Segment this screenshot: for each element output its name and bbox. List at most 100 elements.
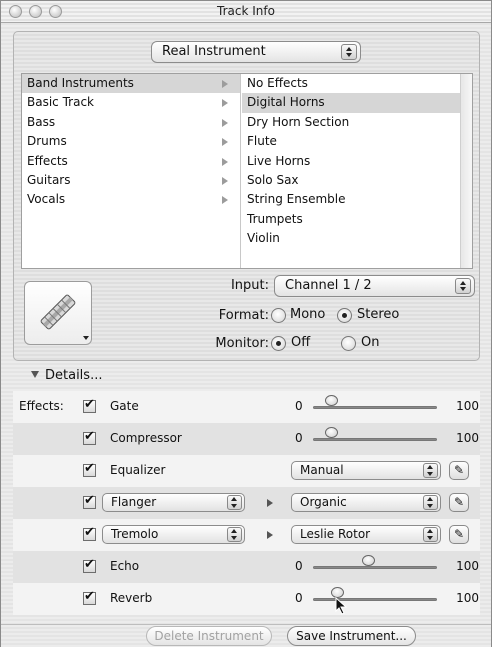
equalizer-name: Equalizer — [110, 463, 166, 477]
category-item[interactable]: Band Instruments — [22, 74, 240, 94]
format-stereo-radio[interactable] — [337, 308, 352, 323]
echo-slider-track — [313, 566, 437, 569]
input-label: Input: — [230, 278, 269, 293]
title-bar: Track Info — [1, 1, 491, 23]
mouse-pointer-icon — [335, 597, 348, 615]
compressor-checkbox[interactable] — [83, 429, 96, 445]
preset-item[interactable]: Dry Horn Section — [242, 113, 461, 132]
gate-max: 100 — [456, 399, 479, 413]
compressor-max: 100 — [456, 431, 479, 445]
echo-slider[interactable]: 0 100 — [295, 555, 479, 575]
monitor-on-radio[interactable] — [341, 336, 356, 351]
popup-arrows-icon — [341, 44, 357, 60]
preset-item[interactable]: Solo Sax — [242, 171, 461, 190]
popup-arrows-icon — [227, 527, 242, 542]
effect-row-gate: Effects: Gate 0 100 — [13, 391, 480, 423]
submenu-arrow-icon — [222, 80, 228, 88]
equalizer-edit-button[interactable]: ✎ — [449, 461, 469, 480]
category-list[interactable]: Band Instruments Basic Track Bass Drums Effe… — [22, 74, 241, 268]
category-item[interactable]: Vocals — [22, 190, 240, 209]
effect-row-flanger: Flanger Organic ✎ — [13, 487, 480, 519]
preset-item[interactable]: Trumpets — [242, 210, 461, 229]
effects-table: Effects: Gate 0 100 Compressor 0 100 — [13, 391, 480, 624]
disclosure-triangle-icon — [31, 371, 39, 378]
details-disclosure[interactable]: Details... — [31, 368, 102, 383]
instrument-type-value: Real Instrument — [162, 44, 266, 59]
preset-item[interactable]: Live Horns — [242, 152, 461, 171]
gate-slider-thumb[interactable] — [325, 395, 339, 406]
format-mono-label: Mono — [290, 307, 326, 322]
category-item-label: Basic Track — [27, 95, 94, 110]
category-item-label: Guitars — [27, 172, 71, 187]
category-item[interactable]: Basic Track — [22, 93, 240, 112]
flanger-edit-button[interactable]: ✎ — [449, 493, 469, 512]
equalizer-preset-popup[interactable]: Manual — [291, 461, 441, 480]
gate-slider[interactable]: 0 100 — [295, 395, 479, 415]
reverb-slider[interactable]: 0 100 — [295, 587, 479, 607]
preset-item[interactable]: Flute — [242, 132, 461, 151]
preset-item-label: Trumpets — [247, 211, 303, 226]
echo-checkbox[interactable] — [83, 557, 96, 573]
effect-row-compressor: Compressor 0 100 — [13, 423, 480, 455]
delete-instrument-button[interactable]: Delete Instrument — [146, 626, 272, 646]
monitor-off-radio[interactable] — [271, 336, 286, 351]
flanger-preset-value: Organic — [300, 495, 347, 509]
category-item[interactable]: Drums — [22, 132, 240, 151]
reverb-checkbox[interactable] — [83, 589, 96, 605]
category-item[interactable]: Guitars — [22, 171, 240, 190]
gate-min: 0 — [295, 399, 303, 413]
tremolo-edit-button[interactable]: ✎ — [449, 525, 469, 544]
tremolo-preset-popup[interactable]: Leslie Rotor — [291, 525, 441, 544]
monitor-on-label: On — [361, 335, 380, 350]
preset-item-label: Solo Sax — [247, 172, 299, 187]
preset-item-label: Flute — [247, 134, 277, 149]
input-channel-popup[interactable]: Channel 1 / 2 — [274, 275, 475, 297]
compressor-slider-thumb[interactable] — [325, 427, 339, 438]
category-item-label: Drums — [27, 134, 67, 149]
instrument-type-popup[interactable]: Real Instrument — [151, 41, 361, 63]
format-mono-radio[interactable] — [271, 308, 286, 323]
preset-item-label: No Effects — [247, 76, 308, 90]
save-instrument-button[interactable]: Save Instrument... — [287, 626, 416, 646]
flanger-checkbox[interactable] — [83, 493, 96, 509]
category-item[interactable]: Bass — [22, 113, 240, 132]
details-label: Details... — [45, 368, 103, 383]
preset-item[interactable]: String Ensemble — [242, 190, 461, 209]
preset-list-scrollbar[interactable] — [460, 74, 472, 268]
category-item-label: Band Instruments — [27, 76, 134, 90]
reverb-slider-track — [313, 598, 437, 601]
window-title: Track Info — [217, 4, 275, 18]
compressor-slider[interactable]: 0 100 — [295, 427, 479, 447]
tremolo-checkbox[interactable] — [83, 525, 96, 541]
effect-row-echo: Echo 0 100 — [13, 551, 480, 583]
pencil-icon: ✎ — [453, 495, 465, 509]
monitor-label: Monitor: — [215, 336, 269, 351]
reverb-name: Reverb — [110, 591, 153, 605]
popup-arrows-icon — [227, 495, 242, 510]
submenu-arrow-icon — [222, 118, 228, 127]
echo-slider-thumb[interactable] — [362, 555, 376, 566]
preset-item-label: Digital Horns — [247, 95, 325, 110]
popup-arrows-icon — [423, 463, 438, 478]
preset-item[interactable]: No Effects — [242, 74, 461, 93]
equalizer-checkbox[interactable] — [83, 461, 96, 477]
category-item-label: Bass — [27, 114, 56, 129]
compressor-min: 0 — [295, 431, 303, 445]
tremolo-effect-popup[interactable]: Tremolo — [102, 525, 245, 544]
preset-item-label: Violin — [247, 231, 280, 246]
flanger-effect-popup[interactable]: Flanger — [102, 493, 245, 512]
submenu-arrow-icon — [222, 157, 228, 166]
preset-item[interactable]: Violin — [242, 229, 461, 248]
submenu-arrow-icon — [222, 99, 228, 108]
preset-item-label: Live Horns — [247, 153, 311, 168]
flanger-preset-popup[interactable]: Organic — [291, 493, 441, 512]
gate-checkbox[interactable] — [83, 397, 96, 413]
preset-list[interactable]: No Effects Digital Horns Dry Horn Section F… — [242, 74, 461, 268]
preset-item[interactable]: Digital Horns — [242, 93, 461, 113]
track-info-window: Track Info Real Instrument Band Instrume… — [0, 0, 492, 647]
pencil-icon: ✎ — [453, 527, 465, 541]
category-item[interactable]: Effects — [22, 152, 240, 171]
compressor-slider-track — [313, 438, 437, 441]
instrument-icon-well[interactable] — [24, 281, 92, 345]
gate-name: Gate — [110, 399, 139, 413]
